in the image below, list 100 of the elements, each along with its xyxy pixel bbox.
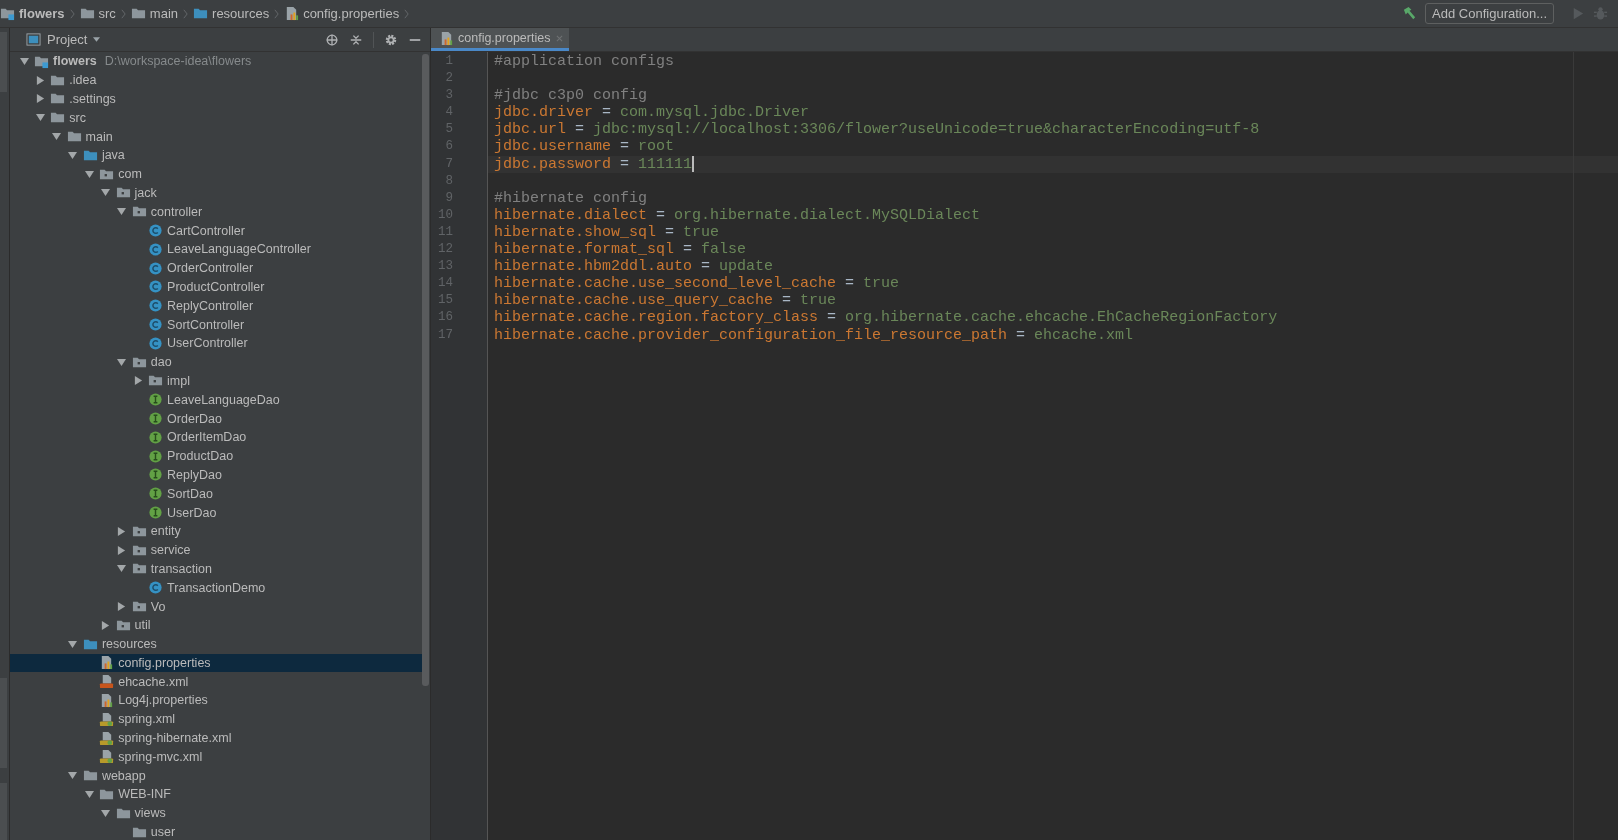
tree-item[interactable]: views <box>10 803 422 823</box>
expanded-arrow-icon[interactable] <box>84 789 94 799</box>
tree-item[interactable]: java <box>10 146 422 165</box>
operator: = <box>656 206 666 224</box>
tree-item[interactable]: config.properties <box>10 653 422 673</box>
expanded-arrow-icon[interactable] <box>117 357 127 367</box>
class-icon <box>148 317 164 333</box>
tree-item[interactable]: Log4j.properties <box>10 691 422 710</box>
tree-item[interactable]: spring-hibernate.xml <box>10 728 422 748</box>
expanded-arrow-icon[interactable] <box>68 771 78 781</box>
interface-icon <box>148 467 164 483</box>
tree-item[interactable]: user <box>10 822 422 840</box>
property-value: 111111 <box>638 155 693 173</box>
settings-icon[interactable] <box>384 32 398 47</box>
expanded-arrow-icon[interactable] <box>117 207 127 217</box>
tree-item[interactable]: OrderItemDao <box>10 427 422 447</box>
expanded-arrow-icon[interactable] <box>52 132 62 142</box>
tree-item[interactable]: controller <box>10 202 422 222</box>
breadcrumb[interactable]: src <box>79 6 116 21</box>
tree-item[interactable]: com <box>10 164 422 184</box>
project-view-dropdown[interactable]: Project <box>18 32 101 47</box>
tree-item[interactable]: src <box>10 108 422 128</box>
breadcrumb[interactable]: flowers <box>0 6 65 21</box>
tree-item[interactable]: UserController <box>10 333 422 353</box>
breadcrumb[interactable]: main <box>130 6 179 21</box>
properties-file-icon <box>284 6 300 21</box>
tree-item[interactable]: impl <box>10 371 422 391</box>
collapsed-arrow-icon[interactable] <box>35 94 45 104</box>
tree-item[interactable]: spring-mvc.xml <box>10 747 422 767</box>
hammer-icon[interactable] <box>1402 6 1418 21</box>
collapsed-arrow-icon[interactable] <box>117 602 127 611</box>
tree-item[interactable]: LeaveLanguageController <box>10 239 422 259</box>
collapsed-arrow-icon[interactable] <box>133 376 143 386</box>
expanded-arrow-icon[interactable] <box>68 639 78 649</box>
tree-item[interactable]: LeaveLanguageDao <box>10 390 422 410</box>
collapsed-arrow-icon[interactable] <box>117 526 127 536</box>
class-icon <box>148 335 164 351</box>
tree-item[interactable]: OrderController <box>10 258 422 278</box>
crosshair-icon[interactable] <box>325 32 339 47</box>
tree-item[interactable]: flowers D:\workspace-idea\flowers <box>10 52 422 71</box>
xml-file-icon <box>99 749 115 765</box>
tree-item[interactable]: .settings <box>10 89 422 109</box>
properties-file-icon <box>439 30 454 46</box>
folder-icon <box>130 6 146 21</box>
expanded-arrow-icon[interactable] <box>84 169 94 179</box>
scrollbar[interactable] <box>422 54 429 686</box>
tree-item[interactable]: ehcache.xml <box>10 672 422 692</box>
tree-item[interactable]: .idea <box>10 70 422 90</box>
property-value: org.hibernate.dialect.MySQLDialect <box>674 206 981 224</box>
operator: = <box>602 104 612 122</box>
tree-item[interactable]: service <box>10 540 422 560</box>
tree-item[interactable]: WEB-INF <box>10 785 422 804</box>
tree-item[interactable]: ReplyDao <box>10 465 422 485</box>
tree-item[interactable]: SortDao <box>10 484 422 504</box>
collapsed-arrow-icon[interactable] <box>101 620 110 630</box>
collapsed-arrow-icon[interactable] <box>35 75 45 85</box>
tree-item[interactable]: OrderDao <box>10 409 422 428</box>
property-key: hibernate.cache.use_second_level_cache <box>494 275 837 293</box>
breadcrumb[interactable]: resources <box>193 6 270 21</box>
expanded-arrow-icon[interactable] <box>68 150 78 160</box>
property-key: hibernate.cache.use_query_cache <box>494 292 774 310</box>
add-configuration-button[interactable]: Add Configuration... <box>1425 3 1554 24</box>
expanded-arrow-icon[interactable] <box>101 808 110 818</box>
editor-tab[interactable]: config.properties <box>431 28 570 51</box>
tree-item[interactable]: resources <box>10 634 422 654</box>
expanded-arrow-icon[interactable] <box>19 56 29 66</box>
tree-item[interactable]: jack <box>10 183 422 203</box>
collapsed-arrow-icon[interactable] <box>117 545 127 555</box>
tree-item[interactable]: Vo <box>10 597 422 616</box>
property-value: update <box>719 258 774 276</box>
tree-item[interactable]: ReplyController <box>10 296 422 316</box>
tree-item[interactable]: webapp <box>10 766 422 786</box>
operator: = <box>575 121 585 139</box>
property-key: hibernate.hbm2ddl.auto <box>494 258 693 276</box>
interface-icon <box>148 448 164 464</box>
tree-item[interactable]: ProductController <box>10 277 422 297</box>
property-value: org.hibernate.cache.ehcache.EhCacheRegionFactory <box>845 309 1278 327</box>
code-comment: #application configs <box>494 53 675 71</box>
tree-item[interactable]: dao <box>10 352 422 372</box>
tree-item[interactable]: CartController <box>10 221 422 240</box>
expanded-arrow-icon[interactable] <box>101 188 110 198</box>
tree-item[interactable]: spring.xml <box>10 709 422 729</box>
tree-item[interactable]: main <box>10 127 422 146</box>
class-icon <box>148 580 164 596</box>
tree-item[interactable]: SortController <box>10 315 422 334</box>
property-value: false <box>701 241 747 259</box>
tree-item[interactable]: entity <box>10 521 422 541</box>
tree-item[interactable]: TransactionDemo <box>10 578 422 598</box>
tree-item[interactable]: util <box>10 615 422 635</box>
operator: = <box>782 292 792 310</box>
breadcrumb[interactable]: config.properties <box>284 6 400 21</box>
expanded-arrow-icon[interactable] <box>117 564 127 574</box>
tree-item[interactable]: UserDao <box>10 503 422 522</box>
property-value: true <box>863 275 900 293</box>
tree-item[interactable]: transaction <box>10 559 422 579</box>
expanded-arrow-icon[interactable] <box>35 113 45 123</box>
property-key: hibernate.show_sql <box>494 223 657 242</box>
tree-item[interactable]: ProductDao <box>10 446 422 466</box>
collapse-all-icon[interactable] <box>349 32 363 47</box>
folder-icon <box>79 6 95 21</box>
